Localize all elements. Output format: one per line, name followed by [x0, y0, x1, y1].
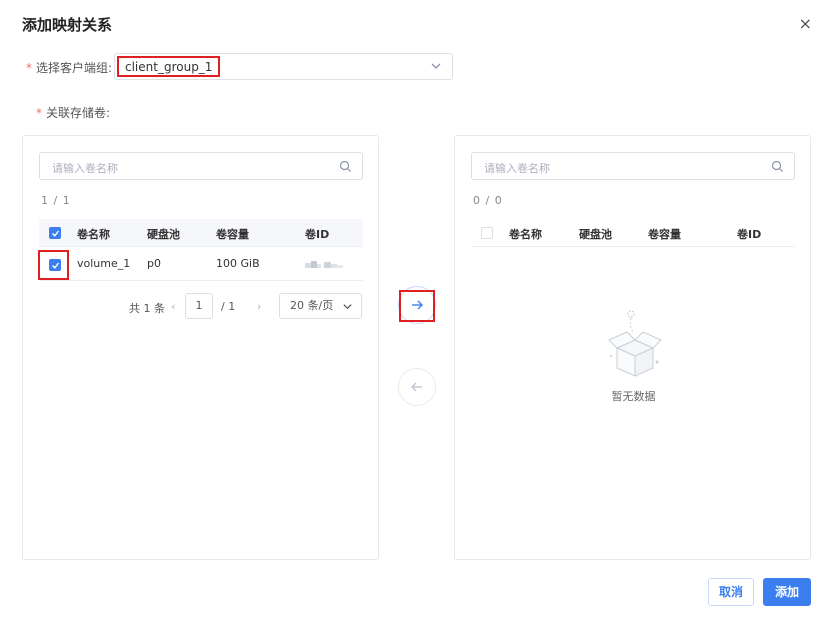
add-mapping-dialog: 添加映射关系 × * 选择客户端组: client_group_1 * 关联存储卷:… — [0, 0, 830, 620]
chevron-down-icon — [343, 304, 352, 310]
select-all-checkbox[interactable] — [481, 227, 493, 239]
move-to-left-button[interactable] — [398, 368, 436, 406]
pager-page-input[interactable]: 1 — [185, 293, 213, 319]
row-capacity: 100 GiB — [216, 257, 260, 270]
chevron-down-icon — [431, 63, 441, 69]
col-volume-id: 卷ID — [305, 228, 330, 241]
required-mark: * — [26, 61, 32, 75]
right-table-header: 卷名称 硬盘池 卷容量 卷ID — [471, 219, 795, 247]
col-volume-name: 卷名称 — [509, 228, 542, 241]
search-icon[interactable] — [339, 160, 352, 173]
col-capacity: 卷容量 — [648, 228, 681, 241]
required-mark: * — [36, 106, 42, 120]
row-volume-name: volume_1 — [77, 257, 131, 270]
col-disk-pool: 硬盘池 — [147, 228, 180, 241]
pager-total: 共 1 条 — [129, 302, 165, 315]
left-table-header: 卷名称 硬盘池 卷容量 卷ID — [39, 219, 363, 247]
right-search-input[interactable]: 请输入卷名称 — [471, 152, 795, 180]
redacted-volume-id — [305, 261, 343, 268]
volumes-label: 关联存储卷: — [46, 106, 111, 120]
cancel-button[interactable]: 取消 — [708, 578, 754, 606]
row-disk-pool: p0 — [147, 257, 161, 270]
col-volume-id: 卷ID — [737, 228, 762, 241]
client-group-value: client_group_1 — [117, 56, 221, 77]
pager-next-icon[interactable]: › — [257, 300, 261, 313]
search-icon[interactable] — [771, 160, 784, 173]
volumes-label-row: * 关联存储卷: — [36, 104, 110, 121]
dialog-title: 添加映射关系 — [22, 16, 113, 34]
client-group-label-row: * 选择客户端组: — [26, 59, 112, 76]
target-volume-panel: 请输入卷名称 0 / 0 卷名称 硬盘池 卷容量 卷ID 暂无数据 — [454, 135, 811, 560]
pager-prev-icon[interactable]: ‹ — [171, 300, 175, 313]
close-icon[interactable]: × — [799, 16, 812, 32]
left-search-input[interactable]: 请输入卷名称 — [39, 152, 363, 180]
checkbox-highlight — [38, 250, 69, 280]
right-count: 0 / 0 — [473, 194, 503, 207]
col-volume-name: 卷名称 — [77, 228, 110, 241]
left-search-placeholder: 请输入卷名称 — [52, 162, 118, 175]
col-capacity: 卷容量 — [216, 228, 249, 241]
source-volume-panel: 请输入卷名称 1 / 1 卷名称 硬盘池 卷容量 卷ID volume_1 p0… — [22, 135, 379, 560]
page-size-value: 20 条/页 — [290, 299, 334, 312]
left-count: 1 / 1 — [41, 194, 71, 207]
select-all-checkbox[interactable] — [49, 227, 61, 239]
pager-of-total: / 1 — [221, 300, 236, 313]
table-row[interactable]: volume_1 p0 100 GiB — [39, 249, 363, 281]
page-size-select[interactable]: 20 条/页 — [279, 293, 362, 319]
arrow-left-icon — [411, 382, 422, 392]
col-disk-pool: 硬盘池 — [579, 228, 612, 241]
client-group-label: 选择客户端组: — [36, 61, 113, 75]
client-group-select[interactable]: client_group_1 — [114, 53, 453, 80]
empty-text: 暂无数据 — [611, 390, 656, 403]
transfer-highlight — [399, 290, 435, 322]
right-search-placeholder: 请输入卷名称 — [484, 162, 550, 175]
empty-box-icon — [608, 310, 662, 377]
add-button[interactable]: 添加 — [763, 578, 811, 606]
